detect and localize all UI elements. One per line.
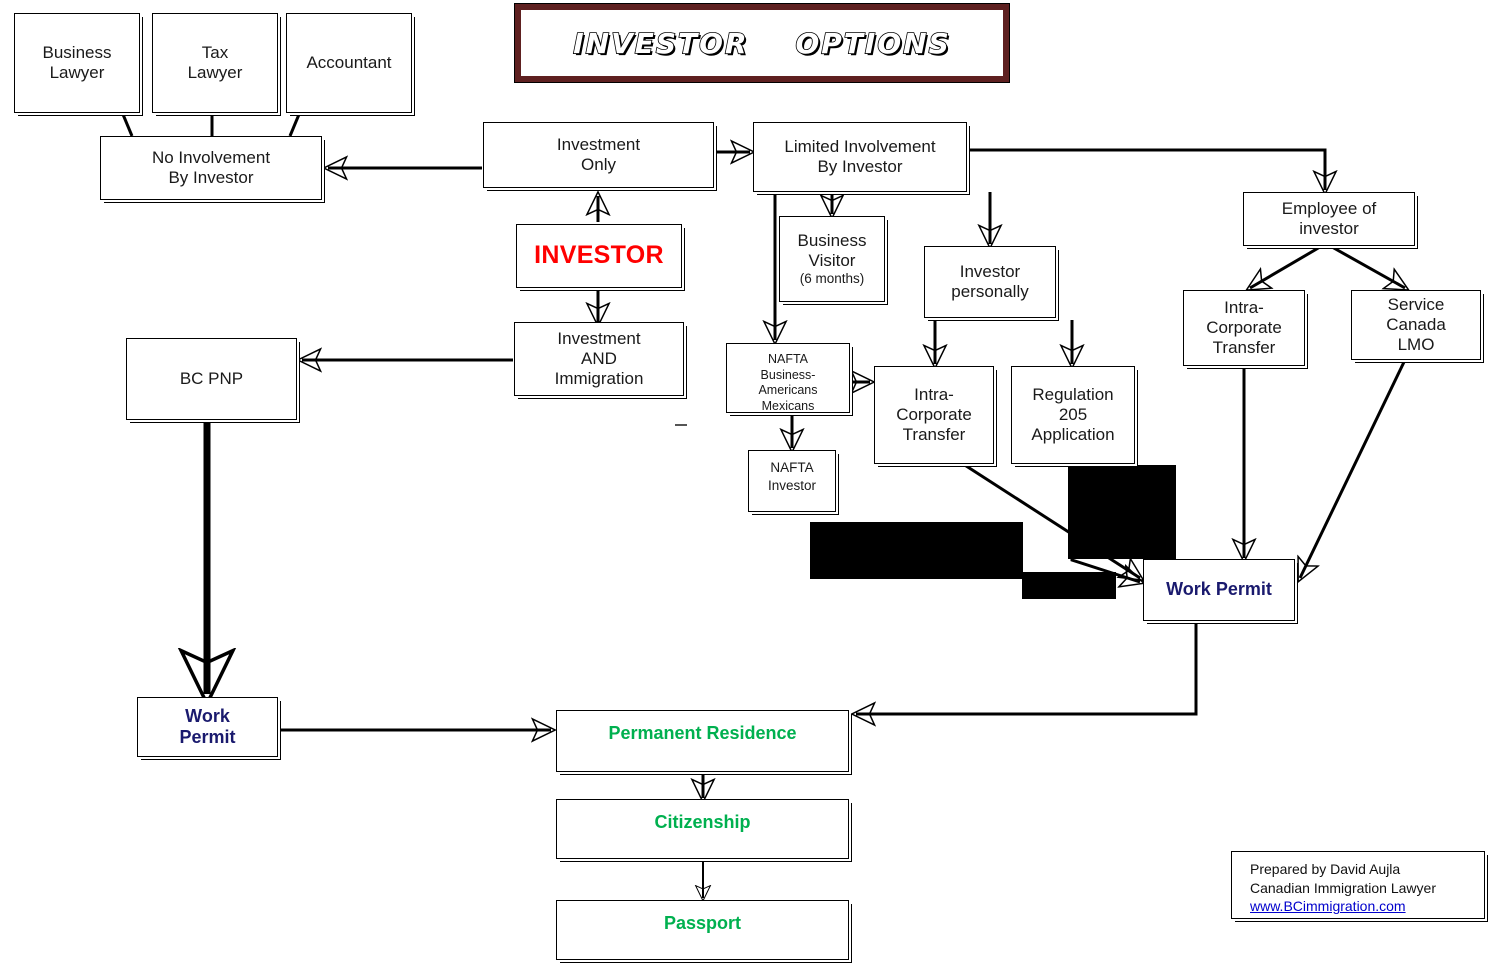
node-work-permit-left[interactable]: Work Permit [137,697,278,757]
node-label: Service Canada LMO [1386,294,1446,355]
flowchart-canvas: INVESTOR OPTIONS Business Lawyer Tax Law… [0,0,1500,967]
node-regulation-205-application[interactable]: Regulation 205 Application [1011,366,1135,464]
node-label: Investment Only [556,134,641,174]
node-label: Business Visitor [797,230,867,271]
node-label: INVESTOR [534,241,664,270]
node-bc-pnp[interactable]: BC PNP [126,338,297,420]
node-label: Tax Lawyer [187,42,243,82]
node-service-canada-lmo[interactable]: Service Canada LMO [1351,290,1481,360]
node-label: Investor personally [951,261,1029,301]
node-label: Investment AND Immigration [554,328,644,389]
node-label: Intra- Corporate Transfer [1206,297,1282,358]
node-intra-corporate-transfer-middle[interactable]: Intra- Corporate Transfer [874,366,994,464]
node-label: Permanent Residence [608,723,797,743]
credit-line-1: Prepared by David Aujla [1250,861,1401,877]
node-label: No Involvement By Investor [151,147,271,187]
node-investment-only[interactable]: Investment Only [483,122,714,188]
node-label: Accountant [306,52,392,72]
node-label: Passport [663,913,742,933]
node-business-visitor[interactable]: Business Visitor (6 months) [779,216,885,302]
node-label: BC PNP [179,368,244,388]
node-investor[interactable]: INVESTOR [516,224,682,288]
redaction-block-2 [1068,465,1176,559]
node-label: Work Permit [1166,579,1272,600]
node-employee-of-investor[interactable]: Employee of investor [1243,192,1415,246]
credit-website-link[interactable]: www.BCimmigration.com [1250,897,1484,916]
node-work-permit-right[interactable]: Work Permit [1143,559,1295,621]
node-label: NAFTA Investor [767,460,817,493]
node-label: Work Permit [179,705,236,747]
stray-dash-mark [675,424,687,426]
node-nafta-business[interactable]: NAFTA Business- Americans Mexicans [726,343,850,413]
node-label: Citizenship [654,812,751,832]
node-label: Limited Involvement By Investor [784,136,936,176]
node-label: Intra- Corporate Transfer [896,384,972,445]
node-limited-involvement-by-investor[interactable]: Limited Involvement By Investor [753,122,967,192]
node-tax-lawyer[interactable]: Tax Lawyer [152,13,278,113]
redaction-block-1 [810,522,1023,579]
node-business-lawyer[interactable]: Business Lawyer [14,13,140,113]
node-investment-and-immigration[interactable]: Investment AND Immigration [514,322,684,396]
credit-box: Prepared by David Aujla Canadian Immigra… [1231,851,1485,919]
redaction-block-3 [1022,572,1116,599]
node-investor-personally[interactable]: Investor personally [924,246,1056,318]
node-nafta-investor[interactable]: NAFTA Investor [748,450,836,512]
node-label: Regulation 205 Application [1031,384,1115,445]
node-label: Business Lawyer [42,42,112,82]
node-sublabel: (6 months) [799,271,865,287]
node-label: Employee of investor [1281,198,1377,238]
node-label: NAFTA Business- Americans Mexicans [758,352,818,413]
node-accountant[interactable]: Accountant [286,13,412,113]
node-intra-corporate-transfer-right[interactable]: Intra- Corporate Transfer [1183,290,1305,366]
node-permanent-residence[interactable]: Permanent Residence [556,710,849,772]
node-passport[interactable]: Passport [556,900,849,960]
node-no-involvement-by-investor[interactable]: No Involvement By Investor [100,136,322,200]
node-citizenship[interactable]: Citizenship [556,799,849,859]
credit-line-2: Canadian Immigration Lawyer [1250,879,1436,896]
